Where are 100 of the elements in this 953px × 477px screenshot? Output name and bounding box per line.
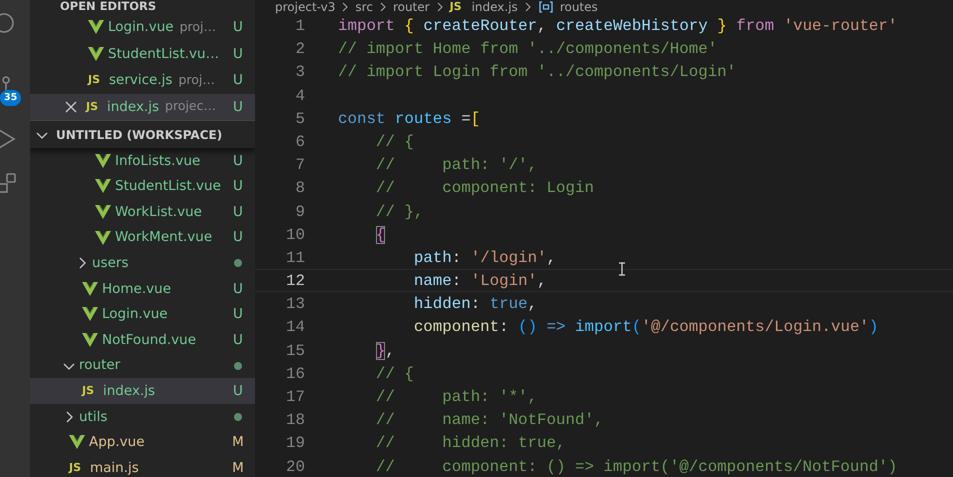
breadcrumb-item[interactable]: src	[355, 1, 373, 13]
line-number: 6	[294, 132, 305, 152]
git-status: U	[232, 305, 244, 324]
close-icon[interactable]	[64, 100, 78, 114]
variable-icon	[538, 0, 554, 14]
git-status: U	[232, 382, 244, 402]
js-file-icon: JS	[88, 72, 104, 88]
line-number: 20	[285, 456, 305, 477]
file-name: StudentList.vu…	[108, 44, 220, 64]
breadcrumb-item[interactable]: index.js	[472, 1, 518, 13]
section-header[interactable]: OPEN EDITORS	[30, 0, 255, 14]
line-number: 3	[294, 62, 305, 83]
file-path: proj…	[178, 70, 215, 89]
git-status: M	[231, 433, 245, 452]
code-line: // path: '*',	[376, 387, 538, 408]
file-path: proj…	[180, 18, 216, 36]
file-name: main.js	[90, 458, 139, 477]
notification-badge: 35	[0, 90, 22, 106]
chevron-right-icon	[378, 1, 387, 13]
vue-file-icon	[95, 230, 111, 245]
run-icon[interactable]	[0, 128, 18, 150]
file-name: WorkMent.vue	[115, 228, 212, 248]
line-number: 13	[285, 294, 305, 314]
text-cursor-icon	[618, 262, 626, 276]
vue-file-icon	[95, 154, 111, 168]
folder-name: router	[79, 356, 120, 376]
git-status: U	[232, 18, 244, 38]
file-item[interactable]: WorkMent.vue U	[30, 224, 255, 250]
open-editor-item[interactable]: StudentList.vu… U	[30, 40, 255, 67]
code-line: // name: 'NotFound',	[376, 410, 604, 430]
line-number: 4	[294, 86, 305, 106]
file-name: service.js	[109, 71, 172, 90]
line-number: 10	[285, 224, 305, 245]
open-editor-item[interactable]: JS index.js projec… U	[30, 94, 255, 120]
line-number: 18	[285, 410, 305, 430]
git-status: U	[232, 177, 244, 196]
code-line: // import Home from '../components/Home'	[338, 39, 718, 60]
chevron-right-icon	[524, 1, 532, 13]
folder-name: users	[92, 254, 128, 274]
open-editor-item[interactable]: JS service.js proj… U	[30, 67, 255, 94]
line-number: 5	[294, 108, 305, 129]
folder-name: utils	[79, 408, 108, 427]
code-line: name: 'Login',	[414, 271, 547, 292]
file-item[interactable]: JS main.js M	[30, 455, 255, 477]
open-editor-item[interactable]: Login.vue proj… U	[30, 14, 255, 40]
workspace-header[interactable]: UNTITLED (WORKSPACE)	[30, 120, 255, 148]
line-number: 14	[285, 317, 305, 338]
line-number: 2	[294, 39, 305, 60]
breadcrumb-item[interactable]: routes	[560, 1, 598, 13]
git-status: U	[232, 228, 244, 248]
file-item[interactable]: JS index.js U	[30, 378, 255, 404]
file-item[interactable]: NotFound.vue U	[30, 327, 255, 353]
git-status: U	[232, 98, 244, 117]
code-line: // path: '/',	[376, 155, 538, 176]
code-line: // {	[376, 132, 414, 152]
line-number: 9	[294, 202, 305, 222]
extensions-icon[interactable]	[0, 172, 18, 194]
js-file-icon: JS	[86, 98, 102, 115]
file-name: StudentList.vue	[115, 177, 221, 196]
workspace-title: UNTITLED (WORKSPACE)	[56, 126, 222, 144]
file-name: NotFound.vue	[102, 330, 196, 350]
line-number: 7	[294, 155, 305, 176]
file-name: WorkList.vue	[115, 202, 202, 222]
file-item[interactable]: App.vue M	[30, 430, 255, 456]
git-status: U	[232, 280, 244, 299]
file-name: InfoLists.vue	[115, 152, 200, 171]
file-item[interactable]: StudentList.vue U	[30, 174, 255, 200]
file-name: Home.vue	[102, 280, 172, 299]
line-number: 1	[294, 16, 305, 36]
folder-item[interactable]: router	[30, 352, 255, 378]
file-item[interactable]: InfoLists.vue U	[30, 148, 255, 174]
git-status: U	[232, 202, 244, 222]
file-item[interactable]: WorkList.vue U	[30, 199, 255, 225]
folder-item[interactable]: utils	[30, 404, 255, 430]
code-line: },	[376, 340, 395, 361]
breadcrumb-item[interactable]: project-v3	[275, 1, 336, 13]
line-number: 15	[285, 340, 305, 361]
js-file-icon: JS	[450, 1, 466, 13]
vue-file-icon	[95, 204, 111, 219]
vue-file-icon	[95, 179, 111, 194]
line-number: 16	[285, 364, 305, 384]
file-item[interactable]: Home.vue U	[30, 276, 255, 302]
line-number: 17	[285, 387, 305, 408]
js-file-icon: JS	[69, 460, 85, 476]
git-status: U	[232, 71, 244, 90]
code-line: hidden: true,	[414, 294, 538, 314]
line-number: 8	[294, 178, 305, 198]
file-item[interactable]: Login.vue U	[30, 302, 255, 328]
code-line: // import Login from '../components/Login'	[338, 62, 736, 83]
git-status: U	[232, 330, 244, 350]
code-line: // component: Login	[376, 178, 594, 198]
file-name: index.js	[103, 382, 156, 402]
file-name: App.vue	[89, 433, 145, 452]
git-status: M	[231, 458, 245, 477]
vue-file-icon	[82, 332, 98, 347]
breadcrumb-item[interactable]: router	[392, 1, 430, 13]
chevron-right-icon	[341, 1, 350, 13]
folder-item[interactable]: users	[30, 250, 255, 276]
code-line: // },	[376, 202, 424, 222]
file-name: index.js	[107, 98, 160, 117]
